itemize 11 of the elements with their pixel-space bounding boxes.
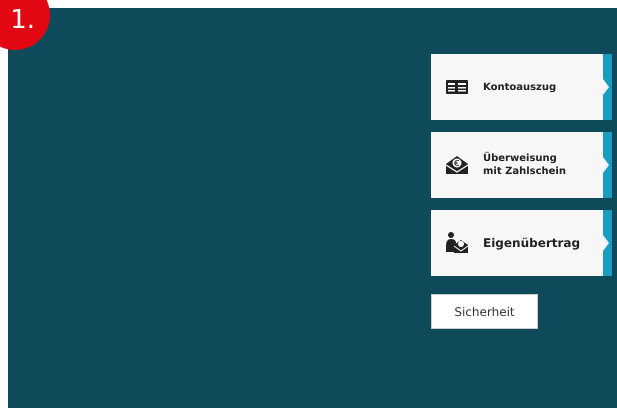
menu-button[interactable]: Überweisung mit Zahlschein <box>431 132 612 198</box>
menu-button[interactable]: Eigenübertrag <box>431 210 612 276</box>
menu-button[interactable]: Kontoauszug <box>431 54 612 120</box>
document-icon <box>446 80 468 94</box>
person-envelope-icon <box>445 232 469 254</box>
arrow-tab-icon <box>603 132 612 198</box>
arrow-tab-icon <box>603 54 612 120</box>
step-badge: 1. <box>0 0 50 50</box>
euro-envelope-icon <box>446 156 468 174</box>
security-button[interactable]: Sicherheit <box>431 294 538 329</box>
arrow-tab-icon <box>603 210 612 276</box>
